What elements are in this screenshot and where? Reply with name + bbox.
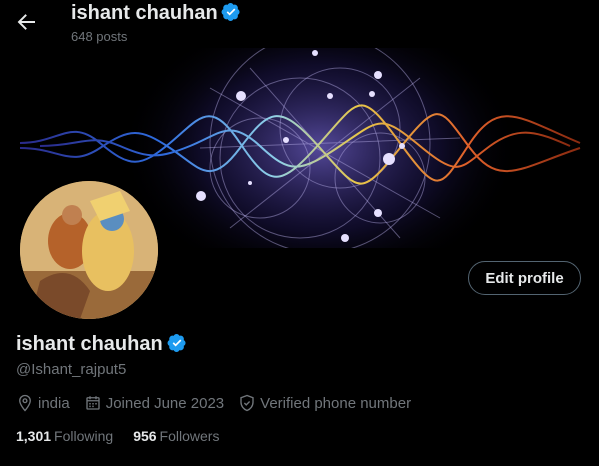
edit-profile-button[interactable]: Edit profile bbox=[468, 261, 581, 295]
follow-stats: 1,301 Following 956 Followers bbox=[16, 428, 239, 444]
profile-meta: india Joined June 2023 Verified phone nu… bbox=[16, 394, 425, 412]
profile-display-name: ishant chauhan bbox=[16, 333, 163, 355]
posts-count: 648 posts bbox=[71, 29, 128, 44]
profile-handle: @Ishant_rajput5 bbox=[16, 361, 127, 378]
location-item: india bbox=[16, 394, 70, 412]
verified-badge-icon bbox=[167, 334, 186, 352]
following-label: Following bbox=[54, 428, 114, 444]
profile-name: ishant chauhan bbox=[16, 333, 187, 356]
joined-text: Joined June 2023 bbox=[105, 394, 225, 412]
following-link[interactable]: 1,301 Following bbox=[16, 428, 113, 444]
shield-check-icon bbox=[240, 394, 254, 412]
joined-item: Joined June 2023 bbox=[84, 394, 224, 412]
header-display-name: ishant chauhan bbox=[71, 2, 218, 24]
verified-phone-text: Verified phone number bbox=[260, 394, 412, 412]
location-pin-icon bbox=[19, 394, 31, 412]
avatar[interactable] bbox=[17, 178, 161, 322]
calendar-icon bbox=[86, 396, 100, 410]
location-text: india bbox=[38, 394, 70, 412]
verified-badge-icon bbox=[221, 3, 240, 21]
followers-label: Followers bbox=[159, 428, 220, 444]
header-title: ishant chauhan bbox=[71, 2, 241, 25]
following-count: 1,301 bbox=[16, 428, 52, 444]
followers-link[interactable]: 956 Followers bbox=[133, 428, 219, 444]
top-bar: ishant chauhan 648 posts bbox=[0, 0, 599, 48]
followers-count: 956 bbox=[133, 428, 157, 444]
arrow-left-icon[interactable] bbox=[14, 10, 38, 34]
verified-phone-item: Verified phone number bbox=[238, 394, 411, 412]
avatar-image bbox=[20, 181, 158, 319]
